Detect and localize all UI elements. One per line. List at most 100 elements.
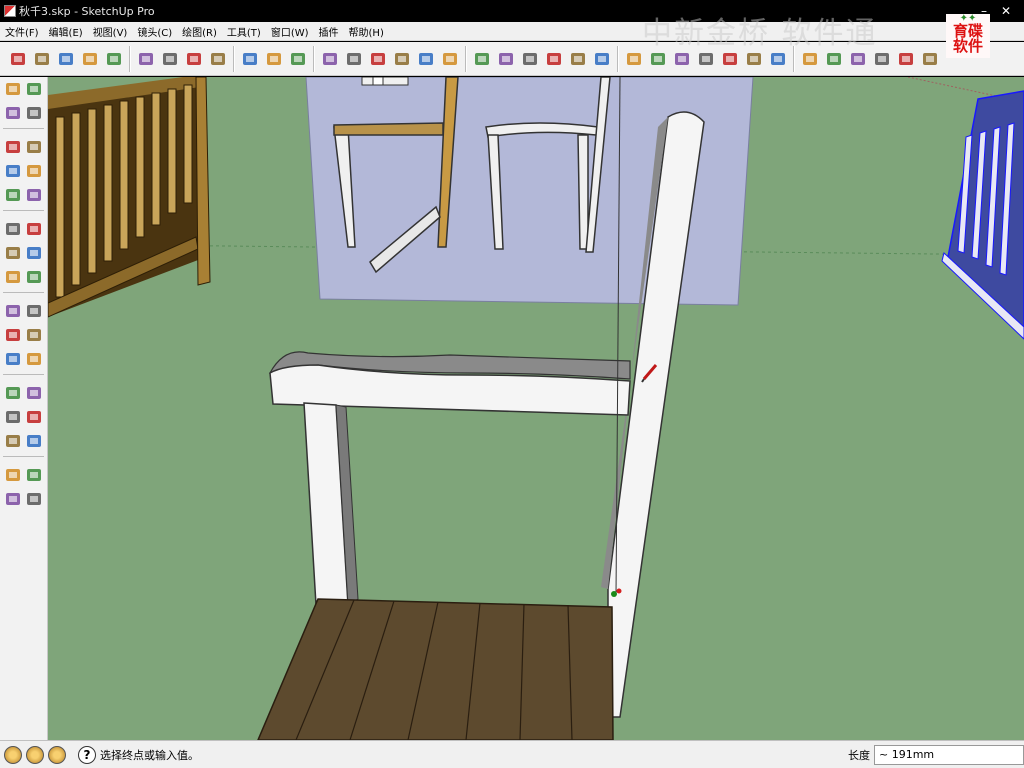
menu-plugins[interactable]: 插件	[314, 24, 344, 39]
get-models-icon[interactable]	[519, 47, 541, 71]
menu-camera[interactable]: 镜头(C)	[132, 24, 177, 39]
tool-row	[0, 217, 47, 241]
tool-row	[0, 463, 47, 487]
rectangle-icon[interactable]	[55, 47, 77, 71]
follow-me-icon[interactable]	[25, 241, 45, 265]
measurements-box[interactable]: ~ 191mm	[874, 744, 1024, 765]
zoom-icon[interactable]	[391, 47, 413, 71]
tool-row	[0, 487, 47, 511]
tool-row	[0, 77, 47, 101]
scene-svg	[48, 77, 1024, 740]
tool-row	[0, 347, 47, 371]
zoom-window-icon[interactable]	[25, 405, 45, 429]
circle-icon[interactable]	[79, 47, 101, 71]
tool-row	[0, 159, 47, 183]
make-component-icon[interactable]	[135, 47, 157, 71]
previous-view-icon[interactable]	[439, 47, 461, 71]
text-icon[interactable]	[25, 323, 45, 347]
credits-icon[interactable]	[26, 745, 44, 764]
close-icon[interactable]: ✕	[998, 4, 1014, 18]
pan-icon[interactable]	[25, 381, 45, 405]
next-view-icon[interactable]	[471, 47, 493, 71]
polygon-icon[interactable]	[3, 183, 23, 207]
menu-edit[interactable]: 编辑(E)	[44, 24, 88, 39]
arc-icon[interactable]	[103, 47, 125, 71]
help-icon[interactable]: ?	[78, 745, 96, 764]
toolbar-separator	[3, 210, 44, 214]
previous-icon[interactable]	[3, 429, 23, 453]
tool-row	[0, 299, 47, 323]
arc-icon[interactable]	[25, 159, 45, 183]
walk-icon[interactable]	[3, 487, 23, 511]
move-icon[interactable]	[3, 217, 23, 241]
logo: ✦✦ 育碟 软件	[946, 14, 990, 58]
menu-draw[interactable]: 绘图(R)	[177, 24, 222, 39]
zoom-extents-icon[interactable]	[415, 47, 437, 71]
tool-row	[0, 241, 47, 265]
tool-row	[0, 323, 47, 347]
paint-bucket-icon[interactable]	[3, 101, 23, 125]
paint-bucket-icon[interactable]	[207, 47, 229, 71]
menu-window[interactable]: 窗口(W)	[266, 24, 314, 39]
dimension-icon[interactable]	[25, 299, 45, 323]
select-icon[interactable]	[7, 47, 29, 71]
circle-icon[interactable]	[3, 159, 23, 183]
move-icon[interactable]	[263, 47, 285, 71]
eraser-icon[interactable]	[25, 101, 45, 125]
zoom-extents-icon[interactable]	[25, 429, 45, 453]
select-icon[interactable]	[3, 77, 23, 101]
toolbar-separator	[3, 374, 44, 378]
push-pull-icon[interactable]	[25, 217, 45, 241]
toolbar-separator	[3, 292, 44, 296]
menu-file[interactable]: 文件(F)	[0, 24, 44, 39]
orbit-icon[interactable]	[3, 381, 23, 405]
sketchup-window: 秋千3.skp - SketchUp Pro – ✕ 文件(F) 编辑(E) 视…	[0, 0, 1024, 768]
rotate-icon[interactable]	[3, 241, 23, 265]
line-icon[interactable]	[25, 135, 45, 159]
toolbar-separator	[313, 45, 315, 72]
orbit-icon[interactable]	[343, 47, 365, 71]
share-model-icon[interactable]	[543, 47, 565, 71]
photo-textures-icon[interactable]	[591, 47, 613, 71]
tool-row	[0, 381, 47, 405]
toolbar-separator	[233, 45, 235, 72]
menu-tools[interactable]: 工具(T)	[222, 24, 266, 39]
zoom-icon[interactable]	[3, 405, 23, 429]
status-prompt: 选择终点或输入值。	[100, 748, 199, 762]
chair-seat	[257, 598, 614, 740]
look-around-icon[interactable]	[25, 463, 45, 487]
protractor-icon[interactable]	[3, 323, 23, 347]
axes-icon[interactable]	[3, 347, 23, 371]
menu-help[interactable]: 帮助(H)	[344, 24, 389, 39]
components-icon[interactable]	[567, 47, 589, 71]
position-camera-icon[interactable]	[3, 463, 23, 487]
menu-view[interactable]: 视图(V)	[88, 24, 133, 39]
push-pull-icon[interactable]	[239, 47, 261, 71]
rectangle-icon[interactable]	[3, 135, 23, 159]
sketchup-app-icon	[4, 5, 16, 17]
toolbar-separator	[617, 45, 619, 72]
logo-line2: 软件	[952, 37, 983, 55]
follow-me-icon[interactable]	[319, 47, 341, 71]
make-component-icon[interactable]	[25, 77, 45, 101]
scale-icon[interactable]	[3, 265, 23, 289]
3d-text-icon[interactable]	[25, 347, 45, 371]
freehand-icon[interactable]	[25, 183, 45, 207]
offset-icon[interactable]	[25, 265, 45, 289]
endpoint-marker	[611, 591, 617, 597]
monochrome-icon[interactable]	[919, 47, 941, 71]
modeling-viewport[interactable]	[48, 77, 1024, 740]
geo-location-icon[interactable]	[4, 745, 22, 764]
tool-row	[0, 101, 47, 125]
pencil-icon[interactable]	[31, 47, 53, 71]
shaded-texture-icon[interactable]	[895, 47, 917, 71]
place-model-icon[interactable]	[495, 47, 517, 71]
user-icon[interactable]	[48, 745, 66, 764]
eraser-icon[interactable]	[159, 47, 181, 71]
tape-measure-icon[interactable]	[183, 47, 205, 71]
rotate-icon[interactable]	[287, 47, 309, 71]
tool-row	[0, 135, 47, 159]
pan-icon[interactable]	[367, 47, 389, 71]
section-plane-icon[interactable]	[25, 487, 45, 511]
tape-measure-icon[interactable]	[3, 299, 23, 323]
